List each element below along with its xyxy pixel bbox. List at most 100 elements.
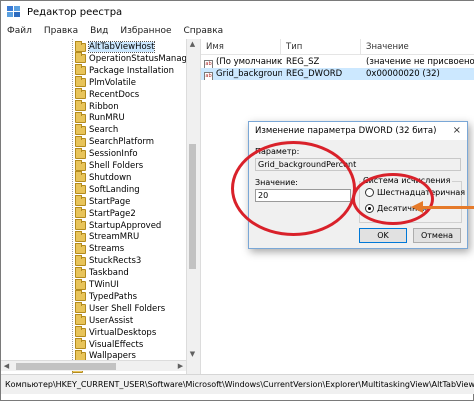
- menu-help[interactable]: Справка: [178, 26, 230, 36]
- menu-file[interactable]: Файл: [1, 26, 38, 36]
- radio-selected-icon[interactable]: [365, 204, 374, 213]
- list-row-selected[interactable]: abGrid_backgroun... REG_DWORD 0x00000020…: [201, 68, 474, 80]
- folder-icon: [75, 266, 86, 278]
- tree-item[interactable]: OperationStatusManager: [75, 52, 196, 65]
- registry-tree: AltTabViewHost OperationStatusManager Pack…: [1, 39, 197, 374]
- column-value[interactable]: Значение: [361, 39, 474, 55]
- tree-item[interactable]: RunMRU: [75, 111, 125, 124]
- folder-icon: [75, 326, 86, 338]
- folder-icon: [75, 111, 86, 123]
- hscroll-thumb[interactable]: [16, 363, 116, 370]
- tree-item[interactable]: StuckRects3: [75, 254, 142, 267]
- tree-item[interactable]: Shutdown: [75, 171, 132, 184]
- value-field[interactable]: [255, 189, 351, 202]
- tree-item-label: PlmVolatile: [89, 77, 136, 88]
- folder-icon: [75, 278, 86, 290]
- menu-edit[interactable]: Правка: [38, 26, 84, 36]
- title-bar: Редактор реестра: [1, 1, 474, 23]
- row-type: REG_SZ: [286, 57, 320, 67]
- tree-item[interactable]: TWinUI: [75, 278, 119, 291]
- folder-icon: [75, 302, 86, 314]
- tree-item-label: SessionInfo: [89, 149, 138, 160]
- tree-item-label: RunMRU: [89, 113, 125, 124]
- tree-item[interactable]: StreamMRU: [75, 230, 140, 243]
- tree-item[interactable]: User Shell Folders: [75, 302, 165, 315]
- tree-item[interactable]: StartPage: [75, 195, 131, 208]
- tree-item[interactable]: Taskband: [75, 266, 129, 279]
- row-value: 0x00000020 (32): [366, 69, 440, 79]
- tree-vertical-scrollbar[interactable]: ▲ ▼: [186, 39, 197, 374]
- value-label: Значение:: [255, 178, 298, 187]
- tree-item-label: Taskband: [89, 268, 129, 279]
- scroll-right-icon[interactable]: ▶: [175, 361, 186, 372]
- tree-item[interactable]: StartPage2: [75, 207, 136, 220]
- tree-item-label: Shell Folders: [89, 161, 144, 171]
- registry-editor-icon: [7, 6, 21, 18]
- row-value: (значение не присвоено): [366, 57, 474, 67]
- tree-item[interactable]: VisualEffects: [75, 338, 143, 351]
- cancel-button[interactable]: Отмена: [413, 228, 461, 243]
- list-row[interactable]: ab (По умолчанию) REG_SZ (значение не при…: [201, 56, 474, 68]
- column-name[interactable]: Имя: [201, 39, 281, 55]
- tree-item-label: SearchPlatform: [89, 137, 155, 148]
- folder-icon: [75, 147, 86, 159]
- tree-item[interactable]: VirtualDesktops: [75, 326, 157, 339]
- tree-item[interactable]: TypedPaths: [75, 290, 137, 303]
- tree-item-label: Package Installation: [89, 65, 175, 76]
- radio-hexadecimal[interactable]: Шестнадцатеричная: [365, 188, 465, 197]
- ok-button[interactable]: OK: [359, 228, 407, 243]
- tree-item-label: SoftLanding: [89, 184, 140, 195]
- folder-icon: [75, 135, 86, 147]
- tree-item[interactable]: Shell Folders: [75, 159, 144, 172]
- folder-icon: [75, 123, 86, 135]
- tree-item[interactable]: Search: [75, 123, 118, 136]
- scroll-left-icon[interactable]: ◀: [1, 361, 12, 372]
- tree-item-label: TWinUI: [89, 280, 119, 290]
- folder-icon: [75, 64, 86, 76]
- tree-item[interactable]: SessionInfo: [75, 147, 138, 160]
- tree-item-label: StartPage: [89, 196, 131, 207]
- menu-bar: Файл Правка Вид Избранное Справка: [1, 23, 474, 39]
- tree-item-label: StreamMRU: [89, 232, 140, 243]
- tree-item-label: VirtualDesktops: [89, 327, 157, 338]
- tree-horizontal-scrollbar[interactable]: ◀ ▶: [1, 360, 186, 371]
- tree-item-label: Shutdown: [89, 172, 132, 183]
- close-icon[interactable]: ×: [453, 122, 461, 140]
- folder-icon: [75, 76, 86, 88]
- radio-icon[interactable]: [365, 188, 374, 197]
- folder-icon: [75, 159, 86, 171]
- tree-item[interactable]: Package Installation: [75, 64, 175, 77]
- folder-icon: [75, 314, 86, 326]
- status-bar: Компьютер\HKEY_CURRENT_USER\Software\Mic…: [1, 374, 474, 394]
- tree-item-label: Ribbon: [89, 101, 119, 112]
- annotation-arrow-icon: [411, 201, 423, 213]
- folder-icon: [75, 88, 86, 100]
- number-system-label: Система исчисления: [361, 176, 453, 185]
- folder-icon: [75, 338, 86, 349]
- column-type[interactable]: Тип: [281, 39, 361, 55]
- tree-item-label: UserAssist: [89, 315, 134, 326]
- row-name: (По умолчанию): [216, 57, 282, 67]
- tree-item-label: AltTabViewHost: [87, 41, 156, 53]
- tree-item-label: StartupApproved: [89, 220, 162, 231]
- folder-icon: [75, 171, 86, 183]
- tree-item[interactable]: SearchPlatform: [75, 135, 155, 148]
- tree-item[interactable]: RecentDocs: [75, 88, 139, 101]
- tree-item[interactable]: UserAssist: [75, 314, 134, 327]
- folder-icon: [75, 100, 86, 111]
- folder-icon: [75, 254, 86, 266]
- folder-icon: [75, 183, 86, 195]
- scroll-thumb[interactable]: [189, 144, 196, 269]
- folder-icon: [75, 242, 86, 254]
- folder-icon: [75, 195, 86, 207]
- tree-item[interactable]: PlmVolatile: [75, 76, 136, 89]
- tree-item[interactable]: AltTabViewHost: [75, 40, 156, 53]
- menu-view[interactable]: Вид: [84, 26, 114, 36]
- menu-favorites[interactable]: Избранное: [114, 26, 177, 36]
- tree-item[interactable]: Streams: [75, 242, 124, 255]
- tree-item[interactable]: Ribbon: [75, 100, 119, 113]
- tree-item[interactable]: SoftLanding: [75, 183, 140, 196]
- param-name-field[interactable]: [255, 158, 461, 171]
- tree-item[interactable]: StartupApproved: [75, 219, 162, 232]
- tree-item-label: StuckRects3: [89, 256, 142, 267]
